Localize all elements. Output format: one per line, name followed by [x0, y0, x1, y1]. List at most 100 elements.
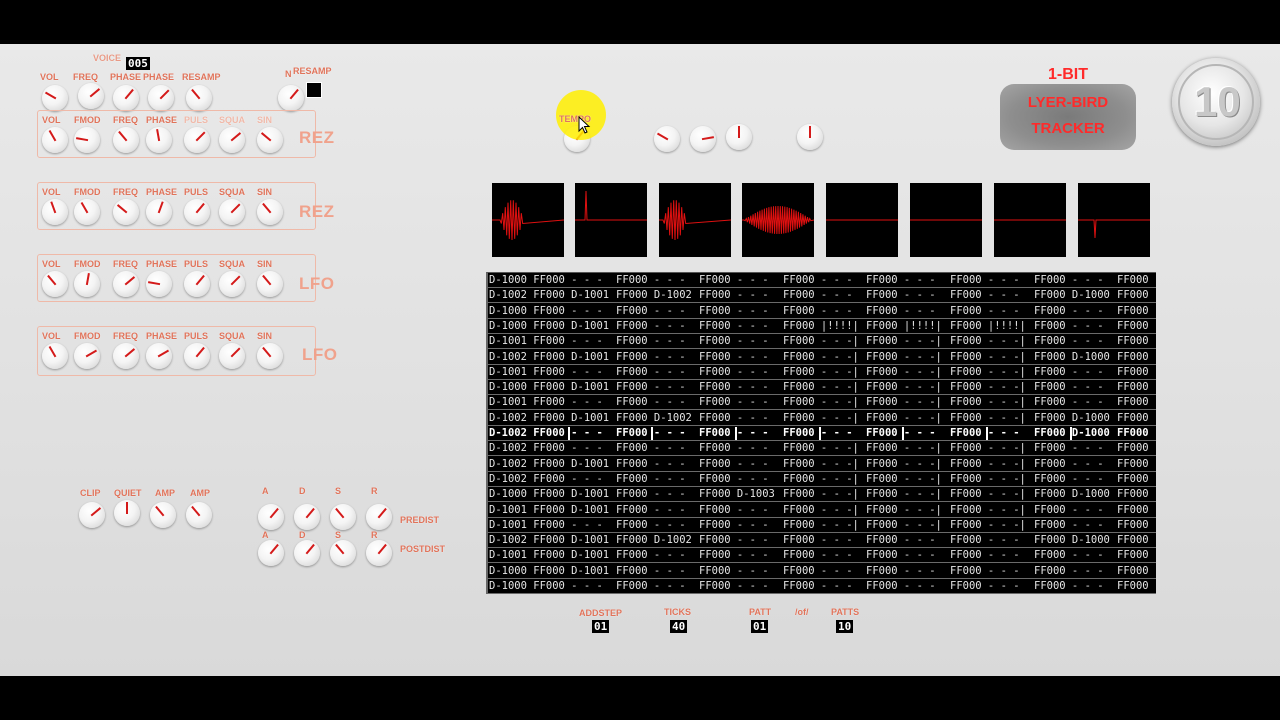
pattern-cell[interactable]: FF000 - - -| [783, 487, 859, 501]
pattern-cell[interactable]: FF000 - - - [616, 395, 686, 409]
pattern-cell[interactable]: FF000 - - -| [950, 334, 1026, 348]
pattern-cell[interactable]: FF000 - - - [699, 350, 769, 364]
pattern-cell[interactable]: FF000 - - -| [950, 487, 1026, 501]
pattern-cell[interactable]: FF000 - - -| [866, 503, 942, 517]
pattern-cell[interactable]: FF000 [1117, 319, 1149, 333]
pattern-cell[interactable]: FF000 [1117, 273, 1149, 287]
addstep-value[interactable]: 01 [592, 620, 610, 633]
pattern-cell[interactable]: FF000 - - - [616, 503, 686, 517]
pattern-cell[interactable]: FF000 - - - [783, 426, 853, 440]
pattern-cell[interactable]: D-1001 FF000 - - - [489, 395, 603, 409]
knob-45[interactable] [366, 540, 392, 566]
pattern-cell[interactable]: FF000 - - - [699, 564, 769, 578]
pattern-cell[interactable]: FF000 - - - [866, 304, 936, 318]
pattern-row[interactable]: D-1000 FF000 - - - FF000 - - - FF000 - - -… [488, 579, 1156, 594]
pattern-cell[interactable]: FF000 - - - [866, 579, 936, 593]
pattern-cell[interactable]: FF000 - - - [699, 288, 769, 302]
pattern-cell[interactable]: FF000 [1117, 395, 1149, 409]
pattern-cell[interactable]: FF000 - - - [866, 426, 936, 440]
pattern-cell[interactable]: FF000 - - -| [783, 441, 859, 455]
pattern-cell[interactable]: FF000 [1117, 304, 1149, 318]
pattern-cell[interactable]: FF000 - - - [699, 533, 769, 547]
pattern-cell[interactable]: FF000 - - - [783, 548, 853, 562]
pattern-cell[interactable]: FF000 - - -| [866, 518, 942, 532]
pattern-row[interactable]: D-1002 FF000 - - - FF000 - - - FF000 - - -… [488, 426, 1156, 441]
pattern-cell[interactable]: FF000 - - -| [783, 380, 859, 394]
pattern-cell[interactable]: FF000 - - -| [866, 334, 942, 348]
pattern-cell[interactable]: FF000 - - - [950, 304, 1020, 318]
pattern-row[interactable]: D-1002 FF000 D-1001 FF000 - - - FF000 - - … [488, 350, 1156, 365]
pattern-cell[interactable]: FF000 - - - [616, 380, 686, 394]
pattern-cell[interactable]: FF000 - - - [1034, 334, 1104, 348]
knob-4[interactable] [186, 85, 212, 111]
pattern-cell[interactable]: FF000 [1117, 487, 1149, 501]
knob-3[interactable] [148, 85, 174, 111]
pattern-cell[interactable]: D-1002 FF000 D-1001 [489, 411, 609, 425]
pattern-cell[interactable]: FF000 - - -| [866, 350, 942, 364]
pattern-cell[interactable]: FF000 - - - [1034, 457, 1104, 471]
pattern-cell[interactable]: D-1002 FF000 - - - [489, 426, 603, 440]
pattern-cell[interactable]: FF000 - - -| [950, 380, 1026, 394]
pattern-row[interactable]: D-1001 FF000 - - - FF000 - - - FF000 - - -… [488, 334, 1156, 350]
pattern-cell[interactable]: FF000 - - - [616, 548, 686, 562]
knob-42[interactable] [258, 540, 284, 566]
pattern-cell[interactable]: FF000 - - -| [866, 380, 942, 394]
pattern-cell[interactable]: FF000 D-1000 [1034, 350, 1110, 364]
pattern-cell[interactable]: FF000 - - - [699, 457, 769, 471]
pattern-row[interactable]: D-1002 FF000 D-1001 FF000 D-1002 FF000 - -… [488, 533, 1156, 549]
pattern-cell[interactable]: FF000 [1117, 288, 1149, 302]
pattern-cell[interactable]: FF000 - - -| [866, 365, 942, 379]
pattern-cell[interactable]: FF000 - - -| [950, 365, 1026, 379]
resamp-toggle[interactable] [306, 82, 322, 98]
pattern-cell[interactable]: FF000 - - - [699, 365, 769, 379]
knob-34[interactable] [79, 502, 105, 528]
pattern-cell[interactable]: FF000 D-1000 [1034, 411, 1110, 425]
pattern-cell[interactable]: FF000 - - - [699, 472, 769, 486]
pattern-cell[interactable]: FF000 - - - [616, 350, 686, 364]
pattern-cell[interactable]: D-1000 FF000 - - - [489, 579, 603, 593]
pattern-cell[interactable]: FF000 - - - [699, 441, 769, 455]
pattern-cell[interactable]: FF000 [1117, 380, 1149, 394]
pattern-cell[interactable]: FF000 - - - [616, 487, 686, 501]
pattern-cell[interactable]: FF000 - - - [1034, 548, 1104, 562]
knob-0[interactable] [42, 85, 68, 111]
pattern-cell[interactable]: FF000 - - - [866, 288, 936, 302]
pattern-cell[interactable]: FF000 [1117, 564, 1149, 578]
pattern-cell[interactable]: D-1001 FF000 D-1001 [489, 548, 609, 562]
pattern-cell[interactable]: D-1000 FF000 D-1001 [489, 380, 609, 394]
pattern-cell[interactable]: FF000 - - - [950, 426, 1020, 440]
pattern-cell[interactable]: FF000 [1117, 579, 1149, 593]
pattern-editor[interactable]: D-1000 FF000 - - - FF000 - - - FF000 - - -… [486, 272, 1156, 594]
pattern-cell[interactable]: FF000 - - -| [783, 395, 859, 409]
pattern-cell[interactable]: FF000 - - -| [783, 503, 859, 517]
pattern-cell[interactable]: FF000 D-1002 [616, 288, 692, 302]
pattern-cell[interactable]: FF000 D-1000 [1034, 288, 1110, 302]
knob-41[interactable] [366, 504, 392, 530]
pattern-row[interactable]: D-1000 FF000 D-1001 FF000 - - - FF000 - - … [488, 564, 1156, 579]
pattern-cell[interactable]: FF000 D-1003 [699, 487, 775, 501]
knob-48[interactable] [690, 126, 716, 152]
pattern-cell[interactable]: FF000 - - - [1034, 365, 1104, 379]
pattern-cell[interactable]: D-1001 FF000 - - - [489, 365, 603, 379]
pattern-cell[interactable]: FF000 - - - [1034, 273, 1104, 287]
pattern-cell[interactable]: FF000 - - - [616, 273, 686, 287]
pattern-row[interactable]: D-1002 FF000 D-1001 FF000 - - - FF000 - - … [488, 457, 1156, 472]
pattern-cell[interactable]: FF000 [1117, 457, 1149, 471]
ticks-value[interactable]: 40 [670, 620, 688, 633]
knob-37[interactable] [186, 502, 212, 528]
pattern-cell[interactable]: FF000 - - - [783, 533, 853, 547]
knob-36[interactable] [150, 502, 176, 528]
pattern-cell[interactable]: FF000 - - -| [783, 334, 859, 348]
pattern-cell[interactable]: FF000 - - -| [950, 457, 1026, 471]
pattern-cell[interactable]: FF000 - - - [1034, 579, 1104, 593]
pattern-cell[interactable]: FF000 - - - [616, 457, 686, 471]
pattern-cell[interactable]: D-1000 FF000 - - - [489, 273, 603, 287]
pattern-cell[interactable]: FF000 - - - [699, 380, 769, 394]
pattern-cell[interactable]: FF000 - - - [783, 288, 853, 302]
pattern-cell[interactable]: FF000 - - -| [783, 350, 859, 364]
pattern-cell[interactable]: FF000 [1117, 503, 1149, 517]
pattern-cell[interactable]: FF000 [1117, 548, 1149, 562]
knob-2[interactable] [113, 85, 139, 111]
pattern-cell[interactable]: FF000 D-1000 [1034, 533, 1110, 547]
pattern-row[interactable]: D-1000 FF000 D-1001 FF000 - - - FF000 - - … [488, 380, 1156, 396]
